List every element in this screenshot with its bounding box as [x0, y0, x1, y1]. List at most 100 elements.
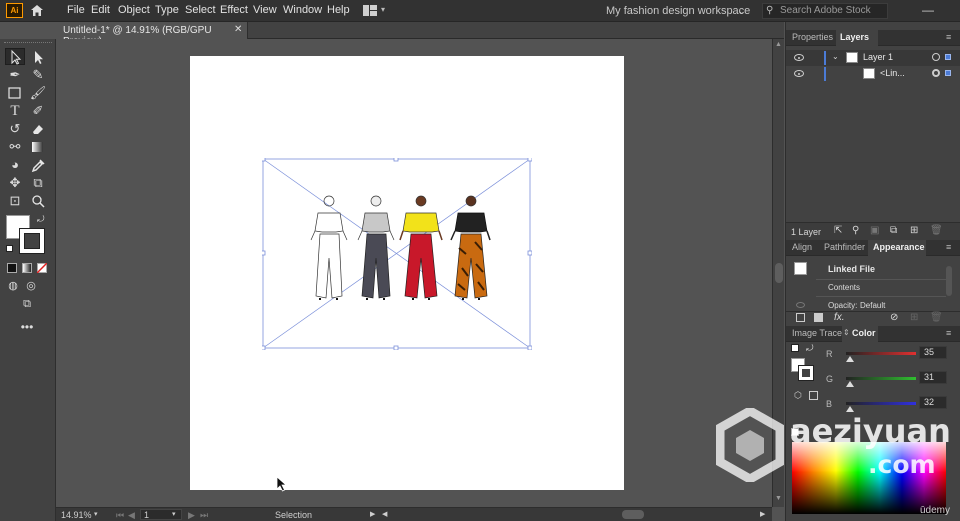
- home-icon[interactable]: [30, 4, 44, 17]
- width-tool-icon[interactable]: ⚯: [5, 138, 25, 156]
- clipping-mask-icon[interactable]: ▣: [870, 225, 879, 236]
- visibility-eye-icon[interactable]: [796, 302, 805, 308]
- zoom-tool-icon[interactable]: [28, 192, 48, 210]
- export-icon[interactable]: ⇱: [834, 225, 842, 236]
- minimize-icon[interactable]: —: [922, 3, 934, 17]
- direct-selection-tool-icon[interactable]: [28, 48, 48, 66]
- scroll-left-icon[interactable]: ◀: [382, 510, 387, 518]
- delete-icon[interactable]: 🗑: [930, 312, 943, 323]
- menu-select[interactable]: Select: [185, 4, 216, 16]
- object-name[interactable]: <Lin...: [880, 68, 905, 78]
- eraser-tool-icon[interactable]: [28, 120, 48, 138]
- chevron-down-icon[interactable]: ▾: [381, 5, 385, 14]
- first-artboard-icon[interactable]: ⏮: [116, 510, 124, 521]
- red-slider-thumb[interactable]: [846, 356, 854, 362]
- screen-mode-icon[interactable]: ⧉: [17, 295, 37, 313]
- toolbar-grip[interactable]: [4, 42, 52, 44]
- color-mode-icon[interactable]: [7, 263, 17, 273]
- color-stroke-swatch[interactable]: [798, 365, 814, 381]
- swap-panel-icon[interactable]: ⇕: [843, 328, 850, 337]
- menu-window[interactable]: Window: [283, 4, 322, 16]
- blend-tool-icon[interactable]: ⧉: [28, 174, 48, 192]
- menu-view[interactable]: View: [253, 4, 277, 16]
- tab-layers[interactable]: Layers: [840, 32, 869, 42]
- appearance-scroll-thumb[interactable]: [946, 266, 952, 296]
- green-slider-thumb[interactable]: [846, 381, 854, 387]
- menu-edit[interactable]: Edit: [91, 4, 110, 16]
- swap-fill-stroke-icon[interactable]: ⤾: [806, 343, 814, 354]
- horizontal-scroll-thumb[interactable]: [622, 510, 644, 519]
- target-icon[interactable]: [932, 53, 940, 61]
- search-icon[interactable]: ⚲: [852, 225, 859, 236]
- last-artboard-icon[interactable]: ⏭: [200, 510, 208, 521]
- scroll-up-icon[interactable]: ▲: [775, 41, 782, 48]
- target-icon[interactable]: [932, 69, 940, 77]
- shape-builder-tool-icon[interactable]: ◕: [5, 156, 25, 174]
- green-slider[interactable]: [846, 377, 916, 380]
- pen-tool-icon[interactable]: ✒: [5, 66, 25, 84]
- puppet-warp-tool-icon[interactable]: ✥: [5, 174, 25, 192]
- opacity-value[interactable]: Default: [860, 301, 885, 310]
- gradient-mode-icon[interactable]: [22, 263, 32, 273]
- opacity-label[interactable]: Opacity:: [828, 301, 857, 310]
- visibility-eye-icon[interactable]: [794, 70, 804, 77]
- close-icon[interactable]: ✕: [234, 24, 242, 35]
- scroll-down-icon[interactable]: ▼: [775, 495, 782, 502]
- panel-menu-icon[interactable]: ≡: [946, 32, 951, 42]
- rotate-tool-icon[interactable]: ↺: [5, 120, 25, 138]
- panel-menu-icon[interactable]: ≡: [946, 328, 951, 338]
- linked-image[interactable]: [262, 158, 532, 350]
- none-mode-icon[interactable]: [37, 263, 47, 273]
- tab-properties[interactable]: Properties: [792, 32, 833, 42]
- web-safe-icon[interactable]: [809, 391, 818, 400]
- tab-align[interactable]: Align: [792, 242, 812, 252]
- new-layer-icon[interactable]: ⊞: [910, 225, 918, 236]
- visibility-eye-icon[interactable]: [794, 54, 804, 61]
- tab-image-trace[interactable]: Image Trace: [792, 328, 842, 338]
- arrange-documents-icon[interactable]: [363, 5, 377, 16]
- scroll-right-icon[interactable]: ▶: [760, 510, 765, 518]
- menu-object[interactable]: Object: [118, 4, 150, 16]
- default-colors-icon[interactable]: [6, 245, 13, 252]
- shaper-tool-icon[interactable]: ✐: [28, 102, 48, 120]
- workspace-switcher[interactable]: My fashion design workspace ⌄: [606, 3, 752, 19]
- zoom-level[interactable]: 14.91%: [61, 510, 92, 520]
- menu-effect[interactable]: Effect: [220, 4, 248, 16]
- red-slider[interactable]: [846, 352, 916, 355]
- curvature-tool-icon[interactable]: ✎: [28, 66, 48, 84]
- layer-name[interactable]: Layer 1: [863, 52, 893, 62]
- add-effect-button[interactable]: fx.: [834, 312, 845, 323]
- add-stroke-icon[interactable]: [796, 313, 805, 322]
- menu-type[interactable]: Type: [155, 4, 179, 16]
- chevron-down-icon[interactable]: ▾: [94, 510, 98, 518]
- duplicate-item-icon[interactable]: ⊞: [910, 312, 918, 323]
- artboard-tool-icon[interactable]: ⊡: [5, 192, 25, 210]
- sublayer-row[interactable]: <Lin...: [786, 66, 960, 82]
- blue-slider[interactable]: [846, 402, 916, 405]
- eyedropper-tool-icon[interactable]: [28, 156, 48, 174]
- layer-row[interactable]: ⌄ Layer 1: [786, 50, 960, 66]
- add-fill-icon[interactable]: [814, 313, 823, 322]
- green-value-field[interactable]: 31: [919, 371, 947, 384]
- prev-artboard-icon[interactable]: ◀: [128, 510, 135, 521]
- clear-appearance-icon[interactable]: ⊘: [890, 312, 898, 323]
- panel-menu-icon[interactable]: ≡: [946, 242, 951, 252]
- appearance-contents[interactable]: Contents: [828, 283, 860, 292]
- red-value-field[interactable]: 35: [919, 346, 947, 359]
- type-tool-icon[interactable]: T: [5, 102, 25, 120]
- stroke-swatch[interactable]: [19, 228, 45, 254]
- selection-indicator[interactable]: [945, 54, 951, 60]
- stock-search-field[interactable]: ⚲ Search Adobe Stock: [762, 3, 888, 19]
- tab-pathfinder[interactable]: Pathfinder: [824, 242, 865, 252]
- selection-indicator[interactable]: [945, 70, 951, 76]
- new-sublayer-icon[interactable]: ⧉: [890, 225, 897, 236]
- vertical-scroll-thumb[interactable]: [775, 263, 783, 283]
- default-fill-stroke-icon[interactable]: [791, 344, 799, 352]
- more-tools-icon[interactable]: •••: [17, 318, 37, 336]
- swap-fill-stroke-icon[interactable]: ⤾: [37, 214, 45, 225]
- delete-icon[interactable]: 🗑: [930, 225, 943, 236]
- tab-appearance[interactable]: Appearance: [873, 242, 925, 252]
- next-artboard-icon[interactable]: ▶: [188, 510, 195, 521]
- draw-behind-icon[interactable]: ◎: [21, 277, 41, 295]
- document-tab[interactable]: Untitled-1* @ 14.91% (RGB/GPU Preview) ✕: [56, 22, 248, 47]
